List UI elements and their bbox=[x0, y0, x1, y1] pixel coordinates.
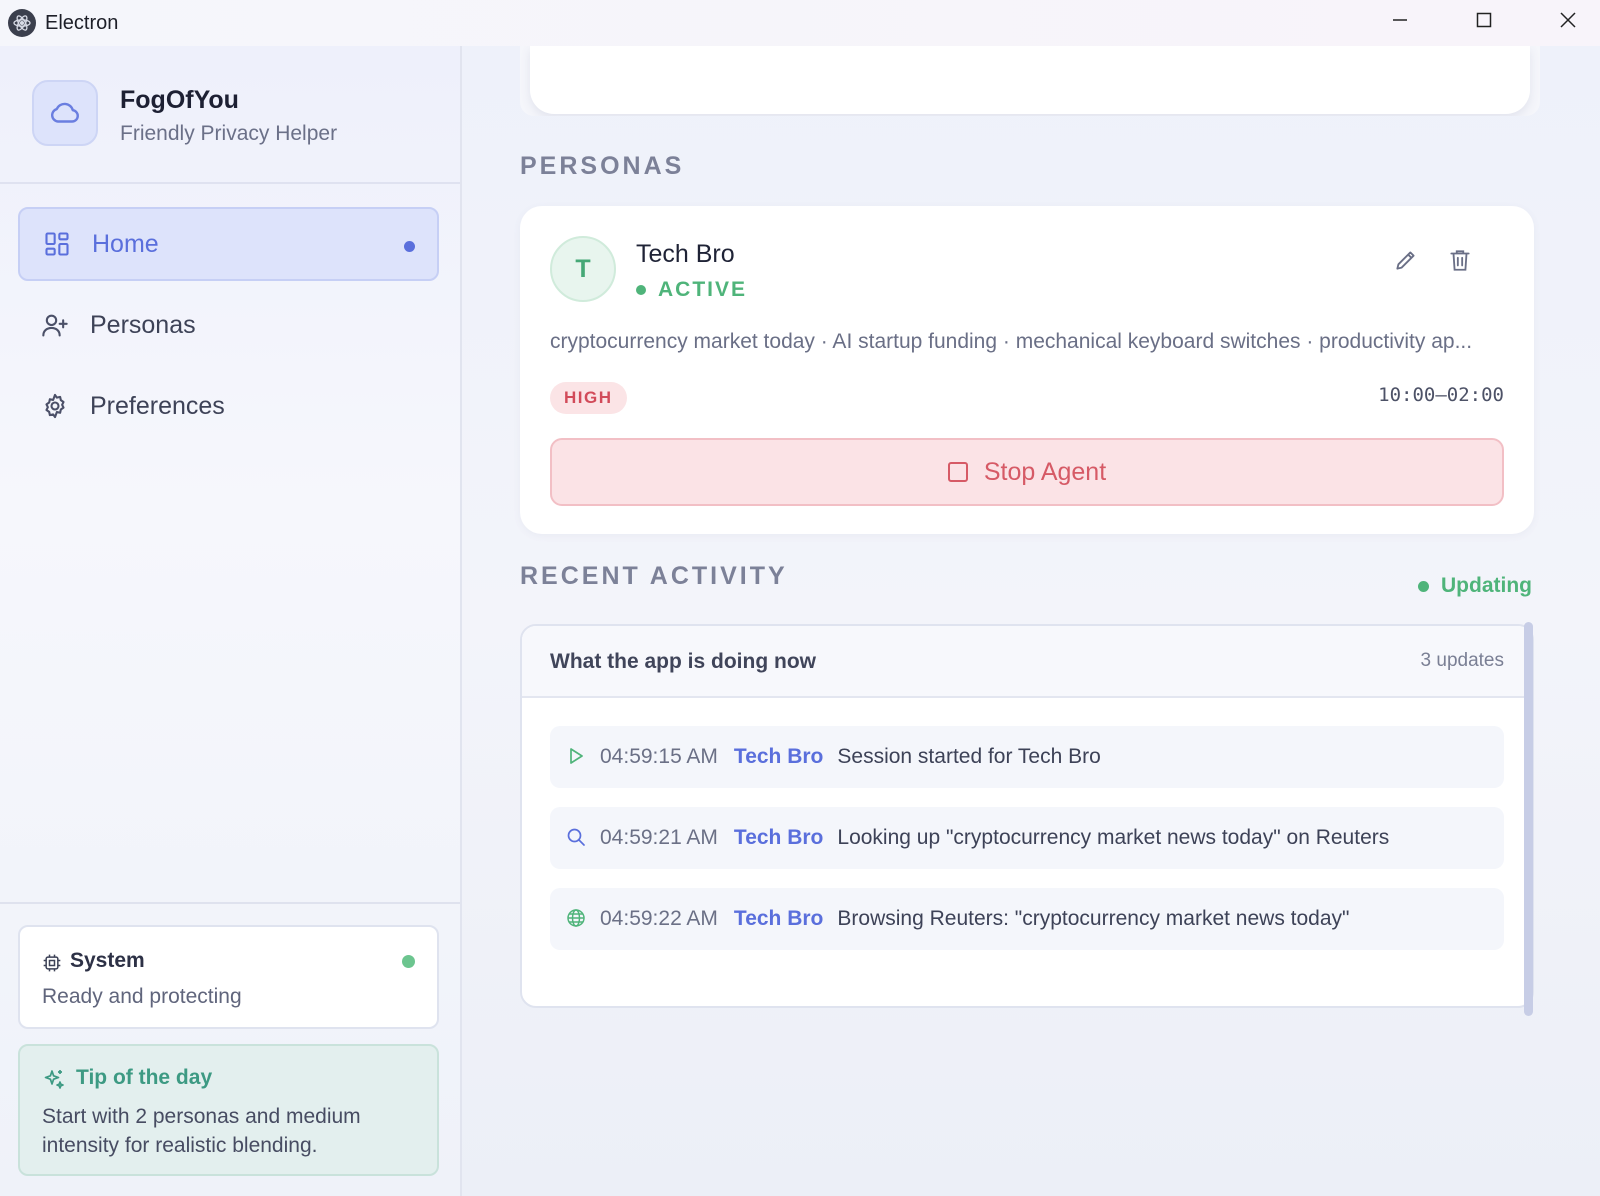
sidebar-item-label: Home bbox=[92, 229, 159, 258]
avatar: T bbox=[550, 236, 616, 302]
activity-time: 04:59:15 AM bbox=[600, 745, 718, 768]
play-icon bbox=[564, 744, 588, 768]
activity-persona: Tech Bro bbox=[733, 907, 824, 930]
activity-persona: Tech Bro bbox=[733, 826, 824, 849]
activity-count: 3 updates bbox=[1420, 650, 1504, 671]
gear-icon bbox=[40, 391, 70, 421]
sidebar-item-personas[interactable]: Personas bbox=[18, 288, 439, 362]
stop-icon bbox=[947, 462, 968, 482]
grid-icon bbox=[42, 229, 72, 259]
sidebar-item-preferences[interactable]: Preferences bbox=[18, 369, 439, 443]
delete-persona-button[interactable] bbox=[1442, 242, 1478, 278]
sidebar-item-label: Personas bbox=[90, 310, 196, 339]
activity-time: 04:59:22 AM bbox=[600, 907, 718, 930]
chip-icon bbox=[42, 953, 62, 978]
activity-row: 04:59:15 AM Tech Bro Session started for… bbox=[550, 726, 1504, 788]
activity-message: Session started for Tech Bro bbox=[837, 745, 1101, 768]
system-status-card: System Ready and protecting bbox=[18, 925, 439, 1029]
previous-card-bottom bbox=[520, 46, 1540, 116]
status-dot bbox=[1418, 580, 1430, 592]
active-indicator bbox=[404, 241, 415, 252]
edit-persona-button[interactable] bbox=[1388, 242, 1424, 278]
maximize-button[interactable] bbox=[1442, 0, 1526, 40]
sparkles-icon bbox=[42, 1068, 66, 1097]
activity-message: Looking up "cryptocurrency market news t… bbox=[837, 826, 1390, 849]
status-dot bbox=[636, 285, 646, 295]
status-dot bbox=[402, 955, 415, 968]
activity-header-title: What the app is doing now bbox=[550, 650, 816, 673]
activity-card: What the app is doing now 3 updates 04:5… bbox=[520, 624, 1534, 1008]
minimize-icon bbox=[1393, 19, 1407, 21]
persona-schedule: 10:00–02:00 bbox=[1378, 384, 1504, 406]
search-icon bbox=[564, 825, 588, 849]
activity-scrollbar[interactable] bbox=[1524, 622, 1533, 1016]
updating-indicator: Updating bbox=[1418, 574, 1532, 598]
persona-name: Tech Bro bbox=[636, 240, 735, 268]
tip-text: Start with 2 personas and medium intensi… bbox=[42, 1105, 361, 1157]
system-status-text: Ready and protecting bbox=[42, 985, 242, 1008]
maximize-icon bbox=[1476, 12, 1492, 28]
status-label: ACTIVE bbox=[658, 278, 748, 301]
activity-row: 04:59:21 AM Tech Bro Looking up "cryptoc… bbox=[550, 807, 1504, 869]
activity-row: 04:59:22 AM Tech Bro Browsing Reuters: "… bbox=[550, 888, 1504, 950]
persona-status: ACTIVE bbox=[636, 278, 747, 302]
brand-subtitle: Friendly Privacy Helper bbox=[120, 122, 338, 145]
persona-card: T Tech Bro ACTIVE cryptocurrency market … bbox=[520, 206, 1534, 534]
activity-time: 04:59:21 AM bbox=[600, 826, 718, 849]
activity-persona: Tech Bro bbox=[733, 745, 824, 768]
user-plus-icon bbox=[40, 310, 70, 340]
personas-section-title: PERSONAS bbox=[520, 152, 685, 180]
sidebar-divider bbox=[0, 902, 460, 904]
intensity-badge: HIGH bbox=[550, 382, 627, 414]
activity-message: Browsing Reuters: "cryptocurrency market… bbox=[837, 907, 1350, 930]
persona-topics: cryptocurrency market today · AI startup… bbox=[550, 330, 1473, 353]
title-bar: Electron bbox=[0, 0, 1600, 46]
brand-header: FogOfYou Friendly Privacy Helper bbox=[0, 46, 460, 184]
close-icon bbox=[1560, 12, 1576, 28]
pencil-icon bbox=[1396, 251, 1415, 270]
activity-header: What the app is doing now 3 updates bbox=[522, 626, 1532, 698]
sidebar: FogOfYou Friendly Privacy Helper Home Pe… bbox=[0, 46, 462, 1196]
stop-agent-button[interactable]: Stop Agent bbox=[550, 438, 1504, 506]
tip-title: Tip of the day bbox=[76, 1066, 213, 1089]
globe-icon bbox=[564, 906, 588, 930]
updating-label: Updating bbox=[1441, 574, 1532, 597]
brand-name: FogOfYou bbox=[120, 86, 239, 114]
window-title: Electron bbox=[45, 11, 119, 34]
system-title: System bbox=[70, 949, 145, 972]
trash-icon bbox=[1450, 250, 1470, 271]
minimize-button[interactable] bbox=[1358, 0, 1442, 40]
sidebar-item-home[interactable]: Home bbox=[18, 207, 439, 281]
cloud-icon bbox=[32, 80, 98, 146]
stop-agent-label: Stop Agent bbox=[983, 457, 1107, 486]
activity-section-title: RECENT ACTIVITY bbox=[520, 562, 788, 590]
electron-logo-icon bbox=[8, 9, 36, 37]
tip-card: Tip of the day Start with 2 personas and… bbox=[18, 1044, 439, 1176]
close-button[interactable] bbox=[1526, 0, 1600, 40]
sidebar-item-label: Preferences bbox=[90, 391, 225, 420]
main-content: PERSONAS T Tech Bro ACTIVE cryptocurrenc… bbox=[462, 46, 1600, 1196]
